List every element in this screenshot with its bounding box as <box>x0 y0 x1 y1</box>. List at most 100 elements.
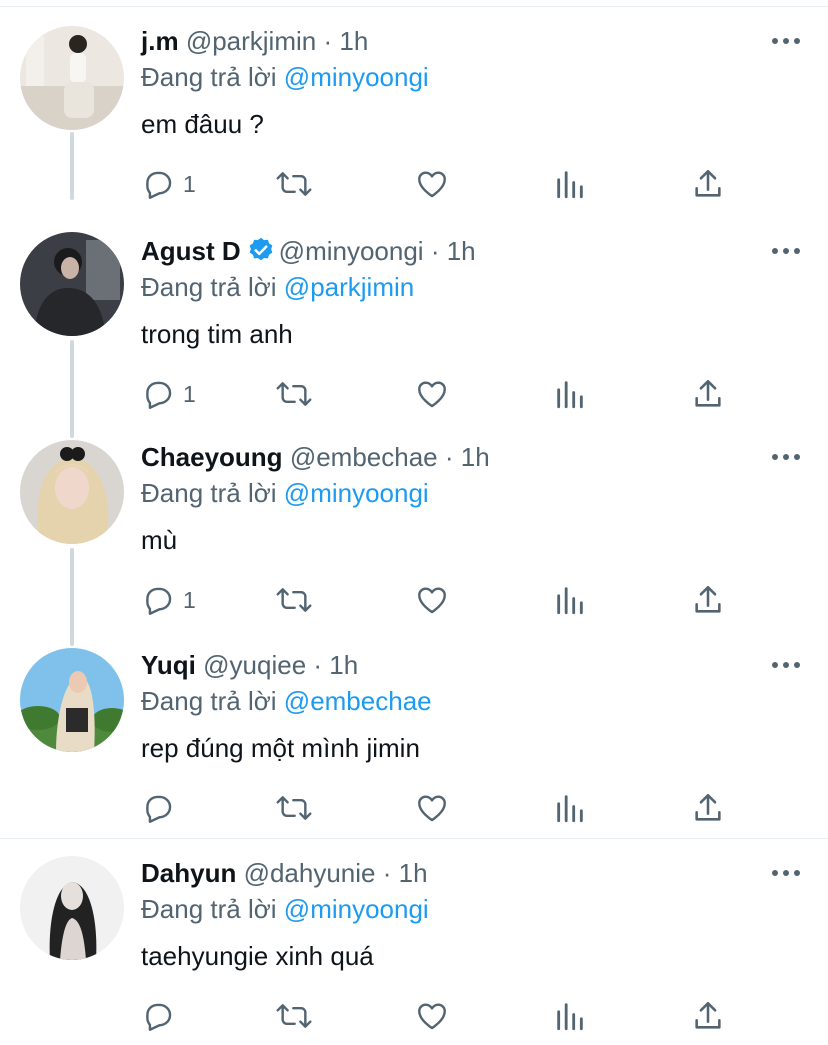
retweet-button[interactable] <box>275 998 313 1034</box>
analytics-button[interactable] <box>553 166 587 202</box>
user-handle[interactable]: @parkjimin <box>186 26 316 56</box>
verified-badge-icon <box>247 236 275 270</box>
retweet-icon <box>276 382 312 406</box>
display-name[interactable]: j.m <box>141 26 179 56</box>
user-handle[interactable]: @dahyunie <box>244 858 376 888</box>
reply-button[interactable]: 1 <box>141 166 196 202</box>
analytics-button[interactable] <box>553 998 587 1034</box>
retweet-icon <box>276 172 312 196</box>
tweet-text: em đâuu ? <box>141 109 264 139</box>
analytics-button[interactable] <box>553 582 587 618</box>
action-bar: 1 <box>141 582 741 618</box>
like-button[interactable] <box>415 166 449 202</box>
mention-link[interactable]: @embechae <box>284 686 432 716</box>
like-button[interactable] <box>415 582 449 618</box>
timestamp[interactable]: 1h <box>447 236 476 266</box>
separator-dot: · <box>323 26 333 56</box>
like-button[interactable] <box>415 790 449 826</box>
more-icon[interactable] <box>772 248 800 256</box>
share-icon <box>695 585 721 613</box>
share-icon <box>695 379 721 407</box>
replying-to-label: Đang trả lời <box>141 478 277 508</box>
reply-button[interactable] <box>141 790 183 826</box>
timestamp[interactable]: 1h <box>329 650 358 680</box>
timestamp[interactable]: 1h <box>461 442 490 472</box>
share-button[interactable] <box>691 790 725 826</box>
mention-link[interactable]: @minyoongi <box>284 478 429 508</box>
reply-icon <box>146 587 172 615</box>
more-icon[interactable] <box>772 454 800 462</box>
tweet[interactable]: Dahyun @dahyunie · 1h Đang trả lời @miny… <box>0 856 828 1038</box>
share-button[interactable] <box>691 998 725 1034</box>
retweet-icon <box>276 796 312 820</box>
analytics-icon <box>557 1003 583 1031</box>
user-handle[interactable]: @embechae <box>290 442 438 472</box>
replying-to: Đang trả lời @minyoongi <box>141 62 429 92</box>
top-divider <box>0 6 828 7</box>
reply-button[interactable] <box>141 998 183 1034</box>
tweet-text: taehyungie xinh quá <box>141 941 374 971</box>
replying-to-label: Đang trả lời <box>141 686 277 716</box>
more-icon[interactable] <box>772 662 800 670</box>
tweet[interactable]: j.m @parkjimin · 1h Đang trả lời @minyoo… <box>0 26 828 206</box>
separator-dot: · <box>430 236 440 266</box>
retweet-icon <box>276 1004 312 1028</box>
display-name[interactable]: Dahyun <box>141 858 236 888</box>
reply-button[interactable]: 1 <box>141 582 196 618</box>
user-handle[interactable]: @minyoongi <box>279 236 424 266</box>
separator-dot: · <box>313 650 323 680</box>
like-button[interactable] <box>415 376 449 412</box>
user-handle[interactable]: @yuqiee <box>203 650 306 680</box>
more-icon[interactable] <box>772 870 800 878</box>
share-icon <box>695 793 721 821</box>
avatar[interactable] <box>20 856 124 960</box>
reply-count: 1 <box>183 586 196 613</box>
retweet-button[interactable] <box>275 376 313 412</box>
like-icon <box>418 381 446 408</box>
display-name[interactable]: Chaeyoung <box>141 442 283 472</box>
share-button[interactable] <box>691 582 725 618</box>
retweet-icon <box>276 588 312 612</box>
display-name[interactable]: Yuqi <box>141 650 196 680</box>
replying-to-label: Đang trả lời <box>141 894 277 924</box>
analytics-icon <box>557 795 583 823</box>
conversation-divider <box>0 838 828 839</box>
avatar[interactable] <box>20 232 124 336</box>
share-button[interactable] <box>691 166 725 202</box>
reply-icon <box>146 795 172 823</box>
separator-dot: · <box>444 442 454 472</box>
timestamp[interactable]: 1h <box>399 858 428 888</box>
retweet-button[interactable] <box>275 166 313 202</box>
action-bar: 1 <box>141 166 741 202</box>
share-button[interactable] <box>691 376 725 412</box>
retweet-button[interactable] <box>275 582 313 618</box>
analytics-button[interactable] <box>553 376 587 412</box>
analytics-icon <box>557 381 583 409</box>
analytics-button[interactable] <box>553 790 587 826</box>
avatar[interactable] <box>20 648 124 752</box>
display-name[interactable]: Agust D <box>141 236 241 266</box>
reply-icon <box>146 171 172 199</box>
like-button[interactable] <box>415 998 449 1034</box>
analytics-icon <box>557 587 583 615</box>
tweet[interactable]: Yuqi @yuqiee · 1h Đang trả lời @embechae… <box>0 648 828 830</box>
replying-to: Đang trả lời @minyoongi <box>141 478 429 508</box>
retweet-button[interactable] <box>275 790 313 826</box>
reply-icon <box>146 381 172 409</box>
tweet[interactable]: Agust D @minyoongi · 1h Đang trả lời @par… <box>0 232 828 416</box>
tweet[interactable]: Chaeyoung @embechae · 1h Đang trả lời @m… <box>0 440 828 622</box>
tweet-header: Chaeyoung @embechae · 1h <box>141 442 490 472</box>
replying-to: Đang trả lời @minyoongi <box>141 894 429 924</box>
mention-link[interactable]: @parkjimin <box>284 272 414 302</box>
avatar[interactable] <box>20 440 124 544</box>
more-icon[interactable] <box>772 38 800 46</box>
mention-link[interactable]: @minyoongi <box>284 62 429 92</box>
like-icon <box>418 171 446 198</box>
like-icon <box>418 587 446 614</box>
mention-link[interactable]: @minyoongi <box>284 894 429 924</box>
avatar[interactable] <box>20 26 124 130</box>
like-icon <box>418 1003 446 1030</box>
reply-button[interactable]: 1 <box>141 376 196 412</box>
timestamp[interactable]: 1h <box>339 26 368 56</box>
tweet-text: mù <box>141 525 178 555</box>
